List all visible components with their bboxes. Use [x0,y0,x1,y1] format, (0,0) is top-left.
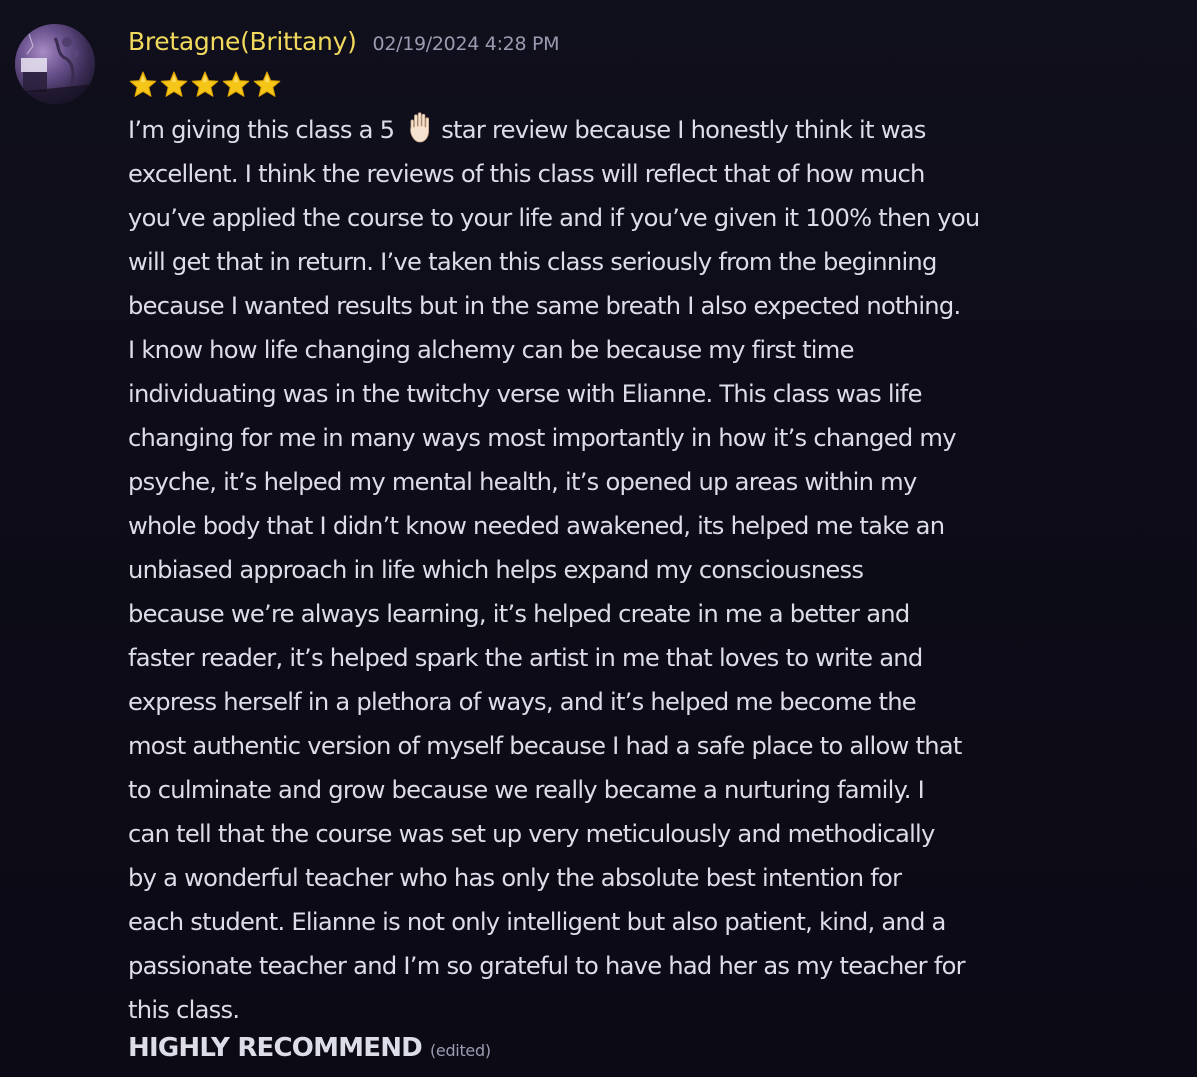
message-line: to culminate and grow because we really … [128,776,925,804]
message-line: I know how life changing alchemy can be … [128,336,854,364]
message-line: because I wanted results but in the same… [128,292,961,320]
message-line: whole body that I didn’t know needed awa… [128,512,945,540]
chat-message: Bretagne(Brittany) 02/19/2024 4:28 PM I’… [0,0,1197,1077]
message-line: individuating was in the twitchy verse w… [128,380,922,408]
message-timestamp[interactable]: 02/19/2024 4:28 PM [373,33,560,55]
star-icon [191,71,219,97]
star-icon [222,71,250,97]
message-line: this class. [128,996,240,1024]
message-header: Bretagne(Brittany) 02/19/2024 4:28 PM [128,27,560,61]
message-line: can tell that the course was set up very… [128,820,935,848]
message-line: express herself in a plethora of ways, a… [128,688,917,716]
message-line: I’m giving this class a 5 star review be… [128,108,1128,152]
message-line: faster reader, it’s helped spark the art… [128,644,923,672]
avatar[interactable] [15,24,95,104]
message-line: most authentic version of myself because… [128,732,962,760]
edited-label[interactable]: (edited) [430,1041,491,1060]
message-line: will get that in return. I’ve taken this… [128,248,937,276]
message-line: unbiased approach in life which helps ex… [128,556,864,584]
message-text: star review because I honestly think it … [441,116,926,144]
message-line: psyche, it’s helped my mental health, it… [128,468,917,496]
message-line: you’ve applied the course to your life a… [128,204,980,232]
star-icon [253,71,281,97]
raised-hand-icon [410,112,430,143]
message-line: because we’re always learning, it’s help… [128,600,910,628]
message-line: passionate teacher and I’m so grateful t… [128,952,966,980]
message-footer: HIGHLY RECOMMEND (edited) [128,1033,491,1073]
message-line: each student. Elianne is not only intell… [128,908,946,936]
message-body: I’m giving this class a 5 star review be… [128,108,1128,1032]
message-line: by a wonderful teacher who has only the … [128,864,902,892]
message-text: I’m giving this class a 5 [128,116,402,144]
avatar-image [15,24,95,104]
star-icon [129,71,157,97]
star-icon [160,71,188,97]
star-rating [128,70,282,102]
message-line: excellent. I think the reviews of this c… [128,160,925,188]
message-line: changing for me in many ways most import… [128,424,957,452]
author-name[interactable]: Bretagne(Brittany) [128,27,357,56]
closing-statement: HIGHLY RECOMMEND [128,1033,423,1063]
